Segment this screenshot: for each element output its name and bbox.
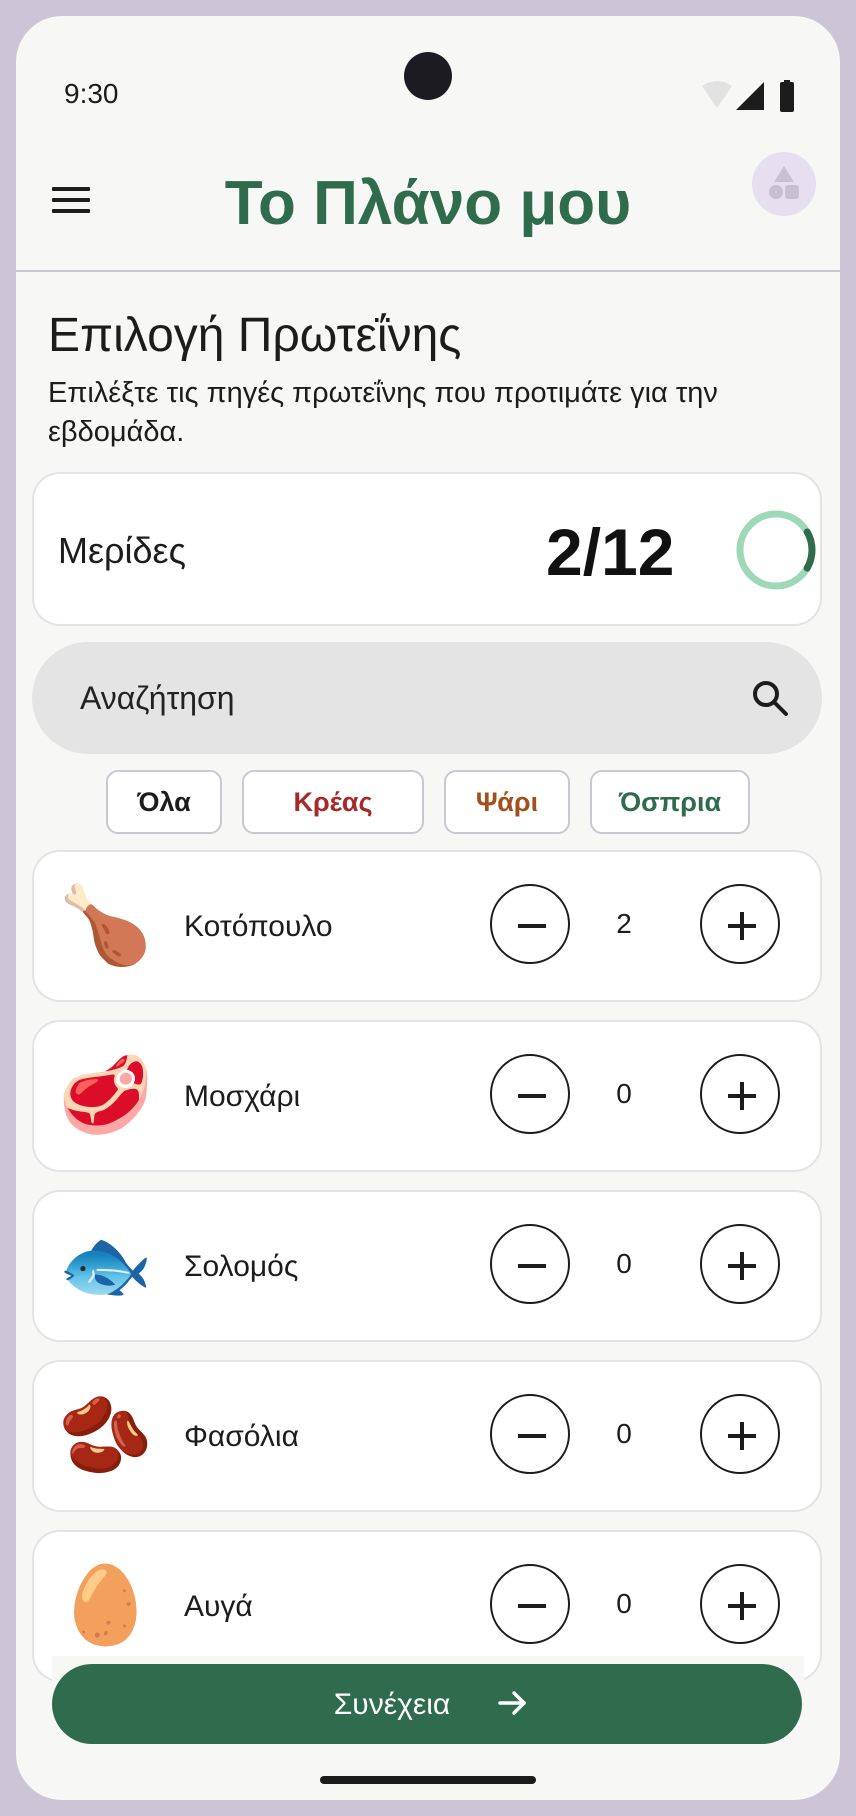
increase-button[interactable]	[700, 1564, 780, 1644]
egg-icon: 🥚	[58, 1563, 153, 1648]
portions-card: Μερίδες 2/12	[32, 472, 822, 626]
device-frame: 9:30 Το Πλάνο μου Επιλογή Πρωτεΐνης Επιλ…	[0, 0, 856, 1816]
filter-label: Ψάρι	[475, 787, 539, 817]
filter-label: Όσπρια	[618, 787, 722, 817]
beans-icon: 🫘	[58, 1393, 153, 1478]
item-name: Αυγά	[184, 1590, 253, 1623]
chicken-leg-icon: 🍗	[58, 883, 153, 968]
decrease-button[interactable]	[490, 1054, 570, 1134]
ring-track	[736, 510, 816, 590]
system-icons	[702, 80, 794, 112]
search-placeholder: Αναζήτηση	[80, 680, 235, 716]
page-subtitle: Επιλέξτε τις πηγές πρωτεΐνης που προτιμά…	[48, 377, 718, 448]
item-quantity: 0	[616, 1078, 632, 1109]
decrease-button[interactable]	[490, 884, 570, 964]
avatar[interactable]	[752, 152, 816, 216]
increase-button[interactable]	[700, 1224, 780, 1304]
item-quantity: 2	[616, 908, 632, 939]
filter-label: Όλα	[137, 787, 191, 817]
decrease-button[interactable]	[490, 1394, 570, 1474]
home-indicator[interactable]	[320, 1776, 536, 1784]
list-item: 🫘 Φασόλια 0	[32, 1360, 822, 1512]
continue-label: Συνέχεια	[333, 1688, 451, 1721]
item-quantity: 0	[616, 1588, 632, 1619]
item-quantity: 0	[616, 1418, 632, 1449]
filter-chip-fish[interactable]: Ψάρι	[444, 770, 570, 834]
camera-cutout	[404, 52, 452, 100]
portions-progress-ring	[736, 510, 816, 590]
item-name: Μοσχάρι	[184, 1080, 301, 1113]
item-quantity: 0	[616, 1248, 632, 1279]
steak-icon: 🥩	[58, 1053, 153, 1138]
list-item: 🥩 Μοσχάρι 0	[32, 1020, 822, 1172]
filter-label: Κρέας	[293, 787, 373, 817]
list-item: 🍗 Κοτόπουλο 2	[32, 850, 822, 1002]
filter-chip-all[interactable]: Όλα	[106, 770, 222, 834]
search-icon[interactable]	[750, 678, 790, 718]
continue-button[interactable]: Συνέχεια	[52, 1664, 802, 1744]
increase-button[interactable]	[700, 1054, 780, 1134]
search-input[interactable]: Αναζήτηση	[32, 642, 822, 754]
app-bar: Το Πλάνο μου	[16, 146, 840, 272]
increase-button[interactable]	[700, 884, 780, 964]
arrow-right-icon	[498, 1691, 526, 1715]
item-name: Κοτόπουλο	[184, 910, 333, 943]
battery-icon	[780, 82, 794, 112]
status-bar: 9:30	[16, 16, 840, 146]
filter-chip-meat[interactable]: Κρέας	[242, 770, 424, 834]
shapes-avatar-icon	[769, 166, 799, 199]
portions-label: Μερίδες	[58, 530, 186, 571]
signal-icon	[736, 82, 764, 110]
page-title: Επιλογή Πρωτεΐνης	[48, 309, 462, 362]
screen: 9:30 Το Πλάνο μου Επιλογή Πρωτεΐνης Επιλ…	[16, 16, 840, 1800]
item-name: Φασόλια	[184, 1420, 299, 1453]
wifi-icon	[702, 81, 732, 108]
app-title: Το Πλάνο μου	[224, 169, 632, 238]
list-item: 🐟 Σολομός 0	[32, 1190, 822, 1342]
increase-button[interactable]	[700, 1394, 780, 1474]
status-time: 9:30	[64, 78, 119, 109]
item-name: Σολομός	[184, 1250, 299, 1283]
fish-icon: 🐟	[58, 1223, 153, 1308]
decrease-button[interactable]	[490, 1224, 570, 1304]
decrease-button[interactable]	[490, 1564, 570, 1644]
ring-progress	[736, 510, 816, 590]
filter-chip-legumes[interactable]: Όσπρια	[590, 770, 750, 834]
portions-value: 2/12	[546, 515, 675, 589]
